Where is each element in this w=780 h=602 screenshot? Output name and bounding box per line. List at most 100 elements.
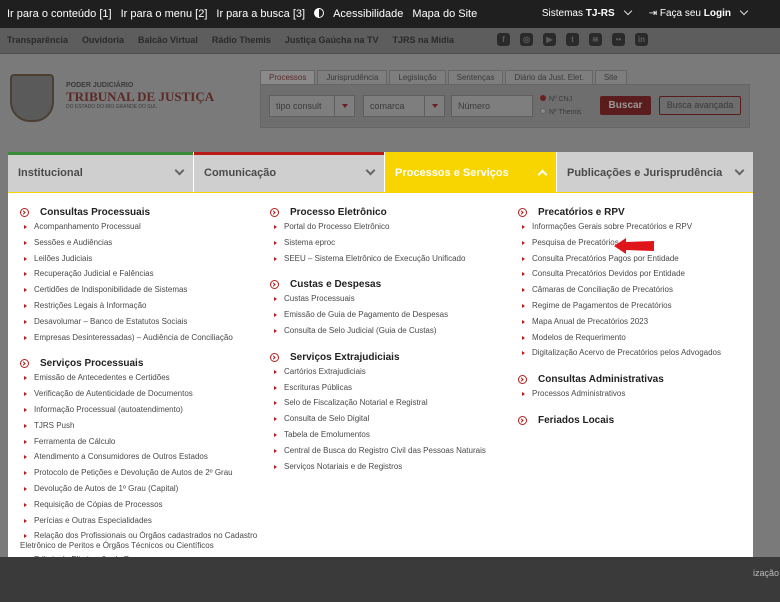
instagram-icon[interactable]: ◎ bbox=[520, 33, 533, 46]
menu-link-atendimento-a-consumidores-de-outros-est[interactable]: Atendimento a Consumidores de Outros Est… bbox=[20, 452, 260, 468]
section-title[interactable]: Feriados Locais bbox=[518, 415, 721, 426]
tab-comunicacao[interactable]: Comunicação bbox=[194, 152, 384, 192]
subnav-link-tjrs-na-midia[interactable]: TJRS na Mídia bbox=[392, 35, 454, 45]
numero-placeholder: Número bbox=[458, 101, 491, 111]
search-tab-processos[interactable]: Processos bbox=[260, 70, 316, 84]
menu-link-mapa-anual-de-precatorios-2023[interactable]: Mapa Anual de Precatórios 2023 bbox=[518, 317, 721, 333]
menu-link-seeu-sistema-eletronico-de-execucao-unif[interactable]: SEEU – Sistema Eletrônico de Execução Un… bbox=[270, 254, 486, 270]
menu-link-informacao-processual-autoatendimento[interactable]: Informação Processual (autoatendimento) bbox=[20, 405, 260, 421]
menu-link-desavolumar-banco-de-estatutos-sociais[interactable]: Desavolumar – Banco de Estatutos Sociais bbox=[20, 317, 260, 333]
search-button[interactable]: Buscar bbox=[600, 96, 651, 115]
advanced-search-button[interactable]: Busca avançada bbox=[659, 96, 741, 115]
menu-link-empresas-desinteressadas-audiencia-de-co[interactable]: Empresas Desinteressadas) – Audiência de… bbox=[20, 333, 260, 349]
tab-institucional[interactable]: Institucional bbox=[8, 152, 193, 192]
menu-link-devolucao-de-autos-de-1-grau-capital[interactable]: Devolução de Autos de 1º Grau (Capital) bbox=[20, 484, 260, 500]
section-title[interactable]: Precatórios e RPV bbox=[518, 207, 721, 218]
search-tab-site[interactable]: Site bbox=[594, 70, 627, 84]
menu-link-certidoes-de-indisponibilidade-de-sistem[interactable]: Certidões de Indisponibilidade de Sistem… bbox=[20, 285, 260, 301]
chevron-down-icon bbox=[365, 165, 376, 176]
menu-link-recuperacao-judicial-e-falencias[interactable]: Recuperação Judicial e Falências bbox=[20, 269, 260, 285]
subnav-link-radio-themis[interactable]: Rádio Themis bbox=[212, 35, 271, 45]
subnav-link-balcao-virtual[interactable]: Balcão Virtual bbox=[138, 35, 198, 45]
logo-line3: DO ESTADO DO RIO GRANDE DO SUL bbox=[66, 104, 158, 110]
sitemap-link[interactable]: Mapa do Site bbox=[412, 8, 477, 20]
spotify-icon[interactable]: ≋ bbox=[589, 33, 602, 46]
menu-link-consulta-precatorios-pagos-por-entidade[interactable]: Consulta Precatórios Pagos por Entidade bbox=[518, 254, 721, 270]
social-icons: f ◎ ▶ t ≋ •• in bbox=[497, 33, 648, 46]
facebook-icon[interactable]: f bbox=[497, 33, 510, 46]
menu-link-consulta-precatorios-devidos-por-entidad[interactable]: Consulta Precatórios Devidos por Entidad… bbox=[518, 269, 721, 285]
subnav-link-ouvidoria[interactable]: Ouvidoria bbox=[82, 35, 124, 45]
menu-link-camaras-de-conciliacao-de-precatorios[interactable]: Câmaras de Conciliação de Precatórios bbox=[518, 285, 721, 301]
search-tab-sentencas[interactable]: Sentenças bbox=[447, 70, 504, 84]
tab-publicacoes-e-jurisprudencia[interactable]: Publicações e Jurisprudência bbox=[557, 152, 753, 192]
menu-link-emissao-de-guia-de-pagamento-de-despesas[interactable]: Emissão de Guia de Pagamento de Despesas bbox=[270, 310, 486, 326]
menu-link-protocolo-de-peticoes-e-devolucao-de-aut[interactable]: Protocolo de Petições e Devolução de Aut… bbox=[20, 468, 260, 484]
skip-to-content-link[interactable]: Ir para o conteúdo [1] bbox=[7, 8, 112, 20]
skip-to-search-link[interactable]: Ir para a busca [3] bbox=[216, 8, 305, 20]
tab-processos-e-servicos[interactable]: Processos e Serviços bbox=[385, 152, 556, 192]
flickr-icon[interactable]: •• bbox=[612, 33, 625, 46]
menu-link-pericias-e-outras-especialidades[interactable]: Perícias e Outras Especialidades bbox=[20, 516, 260, 532]
section-title[interactable]: Custas e Despesas bbox=[270, 279, 486, 290]
site-header: PODER JUDICIÁRIO TRIBUNAL DE JUSTIÇA DO … bbox=[0, 54, 780, 152]
menu-link-restricoes-legais-a-informacao[interactable]: Restrições Legais à Informação bbox=[20, 301, 260, 317]
menu-column-1: Consultas Processuais Acompanhamento Proc… bbox=[20, 207, 260, 602]
numero-input[interactable]: Número bbox=[451, 95, 533, 117]
chevron-down-icon bbox=[734, 165, 745, 176]
section-title[interactable]: Consultas Administrativas bbox=[518, 374, 721, 385]
menu-link-tabela-de-emolumentos[interactable]: Tabela de Emolumentos bbox=[270, 430, 486, 446]
menu-link-digitalizacao-acervo-de-precatorios-pelo[interactable]: Digitalização Acervo de Precatórios pelo… bbox=[518, 348, 721, 364]
menu-link-relacao-dos-profissionais-ou-orgaos-cada[interactable]: Relação dos Profissionais ou Órgãos cada… bbox=[20, 531, 260, 555]
menu-link-sessoes-e-audiencias[interactable]: Sessões e Audiências bbox=[20, 238, 260, 254]
menu-link-selo-de-fiscalizacao-notarial-e-registra[interactable]: Selo de Fiscalização Notarial e Registra… bbox=[270, 398, 486, 414]
menu-link-regime-de-pagamentos-de-precatorios[interactable]: Regime de Pagamentos de Precatórios bbox=[518, 301, 721, 317]
twitter-icon[interactable]: t bbox=[566, 33, 579, 46]
chevron-right-circle-icon bbox=[270, 352, 279, 362]
section-title[interactable]: Consultas Processuais bbox=[20, 207, 260, 218]
skip-to-menu-link[interactable]: Ir para o menu [2] bbox=[121, 8, 208, 20]
section-title[interactable]: Serviços Extrajudiciais bbox=[270, 352, 486, 363]
section-title-text: Consultas Administrativas bbox=[538, 374, 664, 386]
menu-link-portal-do-processo-eletronico[interactable]: Portal do Processo Eletrônico bbox=[270, 222, 486, 238]
contrast-toggle[interactable] bbox=[314, 8, 325, 20]
coat-of-arms-logo[interactable] bbox=[10, 74, 54, 122]
menu-link-central-de-busca-do-registro-civil-das-p[interactable]: Central de Busca do Registro Civil das P… bbox=[270, 446, 486, 462]
section-title-text: Consultas Processuais bbox=[40, 207, 151, 218]
comarca-select[interactable]: comarca bbox=[363, 95, 445, 117]
menu-link-consulta-de-selo-judicial-guia-de-custas[interactable]: Consulta de Selo Judicial (Guia de Custa… bbox=[270, 326, 486, 342]
menu-link-ferramenta-de-calculo[interactable]: Ferramenta de Cálculo bbox=[20, 437, 260, 453]
section-title[interactable]: Serviços Processuais bbox=[20, 358, 260, 369]
menu-link-servicos-notariais-e-de-registros[interactable]: Serviços Notariais e de Registros bbox=[270, 462, 486, 478]
menu-link-processos-administrativos[interactable]: Processos Administrativos bbox=[518, 389, 721, 405]
menu-link-modelos-de-requerimento[interactable]: Modelos de Requerimento bbox=[518, 333, 721, 349]
subnav-link-transparencia[interactable]: Transparência bbox=[7, 35, 68, 45]
menu-link-sistema-eproc[interactable]: Sistema eproc bbox=[270, 238, 486, 254]
login-dropdown[interactable]: ⇥ Faça seu Login bbox=[649, 6, 749, 19]
menu-link-informacoes-gerais-sobre-precatorios-e-r[interactable]: Informações Gerais sobre Precatórios e R… bbox=[518, 222, 721, 238]
search-tab-legislacao[interactable]: Legislação bbox=[389, 70, 446, 84]
accessibility-link[interactable]: Acessibilidade bbox=[333, 8, 403, 20]
site-logo-text[interactable]: PODER JUDICIÁRIO TRIBUNAL DE JUSTIÇA DO … bbox=[66, 82, 214, 110]
linkedin-icon[interactable]: in bbox=[635, 33, 648, 46]
radio-themis[interactable]: Nº Themis bbox=[540, 106, 581, 119]
menu-link-requisicao-de-copias-de-processos[interactable]: Requisição de Cópias de Processos bbox=[20, 500, 260, 516]
search-tab-diario-da-just-elet[interactable]: Diário da Just. Elet. bbox=[505, 70, 593, 84]
menu-link-escrituras-publicas[interactable]: Escrituras Públicas bbox=[270, 383, 486, 399]
sistemas-dropdown[interactable]: Sistemas TJ-RS bbox=[542, 6, 632, 19]
radio-cnj[interactable]: Nº CNJ bbox=[540, 93, 581, 106]
tipo-consulta-select[interactable]: tipo consult bbox=[269, 95, 355, 117]
menu-link-cartorios-extrajudiciais[interactable]: Cartórios Extrajudiciais bbox=[270, 367, 486, 383]
menu-link-leiloes-judiciais[interactable]: Leilões Judiciais bbox=[20, 254, 260, 270]
radio-unselected-icon bbox=[540, 108, 546, 114]
subnav-link-justica-gaucha-na-tv[interactable]: Justiça Gaúcha na TV bbox=[285, 35, 379, 45]
section-title[interactable]: Processo Eletrônico bbox=[270, 207, 486, 218]
search-tab-jurisprudencia[interactable]: Jurisprudência bbox=[317, 70, 388, 84]
menu-link-verificacao-de-autenticidade-de-document[interactable]: Verificação de Autenticidade de Document… bbox=[20, 389, 260, 405]
menu-link-acompanhamento-processual[interactable]: Acompanhamento Processual bbox=[20, 222, 260, 238]
youtube-icon[interactable]: ▶ bbox=[543, 33, 556, 46]
menu-link-tjrs-push[interactable]: TJRS Push bbox=[20, 421, 260, 437]
menu-link-consulta-de-selo-digital[interactable]: Consulta de Selo Digital bbox=[270, 414, 486, 430]
menu-link-custas-processuais[interactable]: Custas Processuais bbox=[270, 294, 486, 310]
menu-link-emissao-de-antecedentes-e-certidoes[interactable]: Emissão de Antecedentes e Certidões bbox=[20, 373, 260, 389]
